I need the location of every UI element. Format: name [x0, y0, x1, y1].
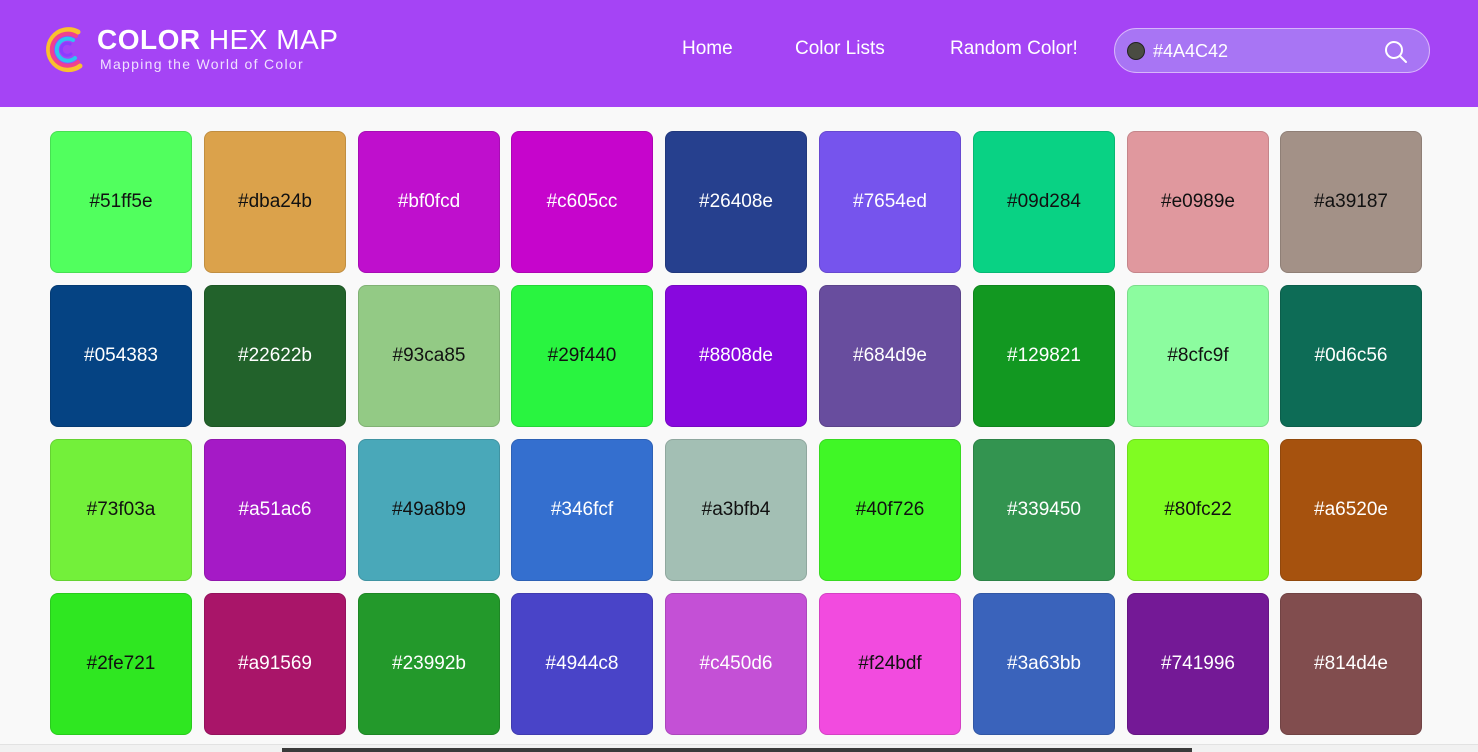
- color-tile-label: #22622b: [238, 345, 312, 366]
- color-tile-label: #23992b: [392, 653, 466, 674]
- color-tile[interactable]: #c450d6: [665, 593, 807, 735]
- color-tile[interactable]: #c605cc: [511, 131, 653, 273]
- color-tile[interactable]: #0d6c56: [1280, 285, 1422, 427]
- color-tile-label: #49a8b9: [392, 499, 466, 520]
- color-tile-label: #8808de: [699, 345, 773, 366]
- color-tile-label: #339450: [1007, 499, 1081, 520]
- color-tile-label: #c605cc: [546, 191, 618, 212]
- color-tile[interactable]: #bf0fcd: [358, 131, 500, 273]
- color-tile-label: #054383: [84, 345, 158, 366]
- brand-tagline: Mapping the World of Color: [100, 56, 304, 72]
- brand-title-light: HEX MAP: [208, 24, 339, 55]
- color-tile[interactable]: #e0989e: [1127, 131, 1269, 273]
- color-tile[interactable]: #a51ac6: [204, 439, 346, 581]
- site-header: COLOR HEX MAP Mapping the World of Color…: [0, 0, 1478, 107]
- color-tile-label: #2fe721: [86, 653, 156, 674]
- color-tile-label: #741996: [1161, 653, 1235, 674]
- color-search: [1114, 28, 1430, 73]
- color-tile[interactable]: #3a63bb: [973, 593, 1115, 735]
- color-tile-label: #7654ed: [853, 191, 927, 212]
- color-tile-label: #f24bdf: [858, 653, 922, 674]
- color-tile[interactable]: #8cfc9f: [1127, 285, 1269, 427]
- color-tile-label: #814d4e: [1314, 653, 1388, 674]
- color-tile[interactable]: #7654ed: [819, 131, 961, 273]
- color-tile-label: #4944c8: [545, 653, 619, 674]
- color-tile-label: #80fc22: [1164, 499, 1232, 520]
- nav-color-lists[interactable]: Color Lists: [795, 38, 885, 62]
- color-tile-label: #129821: [1007, 345, 1081, 366]
- color-tile-label: #29f440: [547, 345, 617, 366]
- color-tile[interactable]: #339450: [973, 439, 1115, 581]
- color-tile-label: #e0989e: [1161, 191, 1235, 212]
- brand-title: COLOR HEX MAP: [97, 24, 338, 56]
- color-tile-label: #a51ac6: [238, 499, 312, 520]
- color-tile[interactable]: #73f03a: [50, 439, 192, 581]
- color-tile-label: #bf0fcd: [397, 191, 461, 212]
- nav-random-color[interactable]: Random Color!: [950, 38, 1078, 62]
- color-tile[interactable]: #23992b: [358, 593, 500, 735]
- color-tile-label: #a39187: [1314, 191, 1388, 212]
- color-tile[interactable]: #8808de: [665, 285, 807, 427]
- color-tile[interactable]: #22622b: [204, 285, 346, 427]
- color-tile-label: #dba24b: [238, 191, 312, 212]
- color-tile-label: #0d6c56: [1314, 345, 1388, 366]
- search-color-swatch: [1127, 42, 1145, 60]
- color-tile-label: #73f03a: [86, 499, 156, 520]
- color-tile-label: #8cfc9f: [1167, 345, 1229, 366]
- color-tile[interactable]: #93ca85: [358, 285, 500, 427]
- color-tile[interactable]: #741996: [1127, 593, 1269, 735]
- color-tile-label: #c450d6: [699, 653, 773, 674]
- color-tile-label: #40f726: [855, 499, 925, 520]
- color-tile[interactable]: #4944c8: [511, 593, 653, 735]
- nav-home[interactable]: Home: [682, 38, 733, 62]
- color-tile-label: #a3bfb4: [701, 499, 771, 520]
- color-tile[interactable]: #80fc22: [1127, 439, 1269, 581]
- color-tile[interactable]: #f24bdf: [819, 593, 961, 735]
- color-tile[interactable]: #a3bfb4: [665, 439, 807, 581]
- color-tile[interactable]: #346fcf: [511, 439, 653, 581]
- color-tile-label: #93ca85: [392, 345, 466, 366]
- color-tile[interactable]: #26408e: [665, 131, 807, 273]
- color-tile[interactable]: #09d284: [973, 131, 1115, 273]
- color-tile[interactable]: #2fe721: [50, 593, 192, 735]
- color-tile[interactable]: #a91569: [204, 593, 346, 735]
- color-tile-label: #09d284: [1007, 191, 1081, 212]
- color-tile-label: #684d9e: [853, 345, 927, 366]
- color-tile[interactable]: #a6520e: [1280, 439, 1422, 581]
- color-tile[interactable]: #129821: [973, 285, 1115, 427]
- brand-title-bold: COLOR: [97, 24, 201, 55]
- search-icon[interactable]: [1383, 39, 1409, 65]
- color-tile[interactable]: #40f726: [819, 439, 961, 581]
- search-input[interactable]: [1153, 38, 1373, 64]
- color-tile[interactable]: #49a8b9: [358, 439, 500, 581]
- color-tile-label: #3a63bb: [1007, 653, 1081, 674]
- color-tile[interactable]: #dba24b: [204, 131, 346, 273]
- site-logo[interactable]: COLOR HEX MAP Mapping the World of Color: [40, 22, 340, 82]
- color-tile-label: #26408e: [699, 191, 773, 212]
- color-tile-label: #a91569: [238, 653, 312, 674]
- color-tile-label: #a6520e: [1314, 499, 1388, 520]
- color-tile[interactable]: #684d9e: [819, 285, 961, 427]
- logo-icon: [46, 27, 83, 73]
- color-tile[interactable]: #51ff5e: [50, 131, 192, 273]
- color-tile-label: #51ff5e: [89, 191, 153, 212]
- color-tile[interactable]: #814d4e: [1280, 593, 1422, 735]
- color-tile[interactable]: #29f440: [511, 285, 653, 427]
- color-tile[interactable]: #a39187: [1280, 131, 1422, 273]
- color-tile[interactable]: #054383: [50, 285, 192, 427]
- color-tile-label: #346fcf: [550, 499, 614, 520]
- horizontal-scrollbar-thumb[interactable]: [282, 748, 1192, 752]
